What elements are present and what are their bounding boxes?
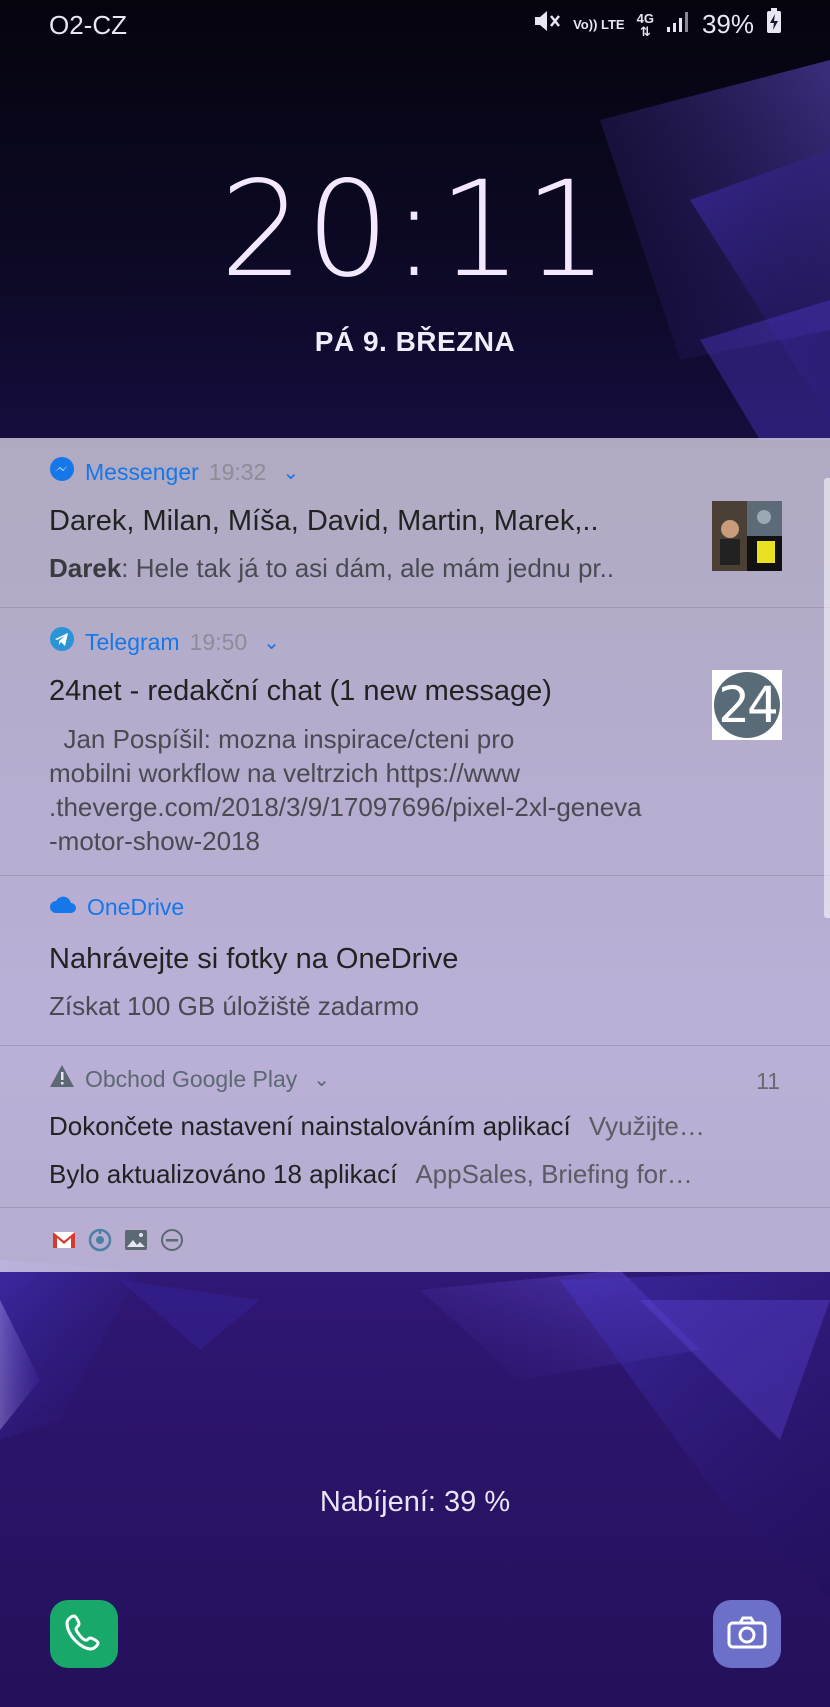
group-avatar: [712, 501, 782, 571]
message-text: : Hele tak já to asi dám, ale mám jednu …: [121, 553, 615, 583]
notification-time: 19:50: [189, 628, 248, 655]
notification-icon-strip[interactable]: [52, 1228, 184, 1252]
channel-avatar-label: 24: [718, 676, 779, 734]
notification-body: Získat 100 GB úložiště zadarmo: [49, 991, 419, 1021]
notification-time: 19:32: [208, 458, 267, 485]
app-name: Telegram: [85, 628, 180, 655]
notification-header: Messenger 19:32 ⌄: [49, 456, 299, 488]
battery-charging-icon: [766, 8, 782, 41]
notification-count: 11: [756, 1068, 780, 1094]
battery-percent: 39%: [701, 9, 754, 39]
phone-shortcut-button[interactable]: [50, 1600, 118, 1668]
sync-icon: [88, 1228, 112, 1252]
4g-icon: 4G ⇅: [636, 10, 654, 39]
messenger-icon: [49, 456, 75, 488]
mute-icon: [533, 9, 561, 40]
notification-google-play[interactable]: Obchod Google Play ⌄ 11 Dokončete nastav…: [0, 1046, 830, 1208]
notification-panel: Messenger 19:32 ⌄ Darek, Milan, Míša, Da…: [0, 438, 830, 1272]
cloud-icon: [49, 894, 77, 921]
sender-name: Darek: [49, 553, 122, 583]
play-row-title: Dokončete nastavení nainstalováním aplik…: [49, 1111, 571, 1141]
carrier-name: O2-CZ: [49, 10, 127, 40]
notification-body: Jan Pospíšil: mozna inspirace/cteni pro …: [49, 722, 642, 858]
message-line: mobilni workflow na veltrzich https://ww…: [49, 758, 521, 788]
channel-avatar: 24: [712, 670, 782, 740]
notification-header: OneDrive: [49, 894, 184, 921]
lockscreen-clock: 20:11: [219, 153, 611, 307]
play-row-sub: AppSales, Briefing for…: [415, 1159, 693, 1189]
do-not-disturb-icon: [160, 1228, 184, 1252]
app-name: Obchod Google Play: [85, 1065, 298, 1092]
play-row-title: Bylo aktualizováno 18 aplikací: [49, 1159, 398, 1189]
notification-title: Darek, Milan, Míša, David, Martin, Marek…: [49, 505, 599, 537]
play-row[interactable]: Dokončete nastavení nainstalováním aplik…: [49, 1111, 779, 1142]
notification-title: Nahrávejte si fotky na OneDrive: [49, 943, 459, 975]
camera-icon: [726, 1615, 768, 1654]
lockscreen-date: PÁ 9. BŘEZNA: [314, 326, 516, 357]
notification-title: 24net - redakční chat (1 new message): [49, 675, 552, 707]
message-line: -motor-show-2018: [49, 826, 260, 856]
play-row-sub: Využijte…: [588, 1111, 705, 1141]
notification-body: Darek: Hele tak já to asi dám, ale mám j…: [49, 551, 614, 585]
chevron-down-icon[interactable]: ⌄: [313, 1067, 330, 1092]
phone-icon: [64, 1612, 104, 1657]
warning-icon: [49, 1064, 75, 1094]
chevron-down-icon[interactable]: ⌄: [263, 630, 280, 655]
gallery-icon: [124, 1228, 148, 1252]
notification-header: Obchod Google Play ⌄: [49, 1064, 330, 1094]
camera-shortcut-button[interactable]: [713, 1600, 781, 1668]
signal-icon: [666, 9, 690, 40]
gmail-icon: [52, 1228, 76, 1252]
status-bar: O2-CZ Vo)) LTE 4G ⇅ 39%: [0, 0, 830, 54]
edge-panel-handle[interactable]: [824, 478, 830, 918]
message-line: .theverge.com/2018/3/9/17097696/pixel-2x…: [49, 792, 642, 822]
telegram-icon: [49, 626, 75, 658]
notification-header: Telegram 19:50 ⌄: [49, 626, 280, 658]
network-label: 4G: [636, 10, 654, 26]
notification-onedrive[interactable]: OneDrive Nahrávejte si fotky na OneDrive…: [0, 876, 830, 1046]
message-line: Jan Pospíšil: mozna inspirace/cteni pro: [49, 724, 515, 754]
volte-label: Vo)) LTE: [573, 17, 625, 32]
app-name: OneDrive: [87, 894, 185, 920]
volte-icon: Vo)) LTE: [573, 18, 625, 31]
status-icons: Vo)) LTE 4G ⇅ 39%: [533, 8, 782, 41]
notification-messenger[interactable]: Messenger 19:32 ⌄ Darek, Milan, Míša, Da…: [0, 438, 830, 608]
charging-status: Nabíjení: 39 %: [319, 1486, 511, 1518]
notification-telegram[interactable]: Telegram 19:50 ⌄ 24net - redakční chat (…: [0, 608, 830, 876]
app-name: Messenger: [85, 458, 199, 485]
chevron-down-icon[interactable]: ⌄: [282, 460, 299, 485]
play-row[interactable]: Bylo aktualizováno 18 aplikací AppSales, …: [49, 1159, 779, 1190]
